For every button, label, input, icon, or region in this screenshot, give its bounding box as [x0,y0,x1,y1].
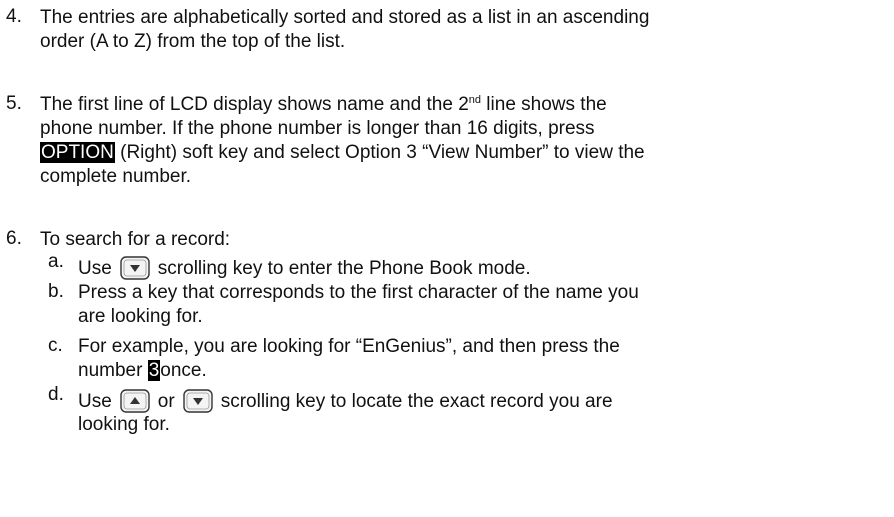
text-segment: (Right) soft key and select Option 3 “Vi… [114,142,645,163]
text-line: To search for a record: [40,229,231,250]
text-line: Use or scrolling key to locate the exact r… [78,389,880,413]
text-line: phone number. If the phone number is lon… [40,118,595,139]
text-segment: The first line of LCD display shows name… [40,94,469,115]
step-text: Use or scrolling key to locate the exact r… [78,389,880,437]
step-text: Press a key that corresponds to the firs… [78,281,880,329]
item-number: 5. [6,93,22,114]
option-softkey-label: OPTION [40,142,115,163]
text-line: OPTION (Right) soft key and select Optio… [40,141,888,165]
text-segment: once. [160,360,207,381]
text-line: order (A to Z) from the top of the list. [40,31,346,52]
text-segment: Use [78,258,112,279]
item-text: To search for a record: [40,228,888,252]
item-number: 4. [6,6,22,27]
text-segment: line shows the [481,94,607,115]
text-segment: Use [78,391,112,412]
text-line: The entries are alphabetically sorted an… [40,7,650,28]
step-letter: d. [48,384,64,405]
step-text: Use scrolling key to enter the Phone Book… [78,256,880,280]
step-letter: b. [48,281,64,302]
item-text: The entries are alphabetically sorted an… [40,6,888,54]
step-text: For example, you are looking for “EnGeni… [78,335,880,383]
step-letter: a. [48,251,64,272]
number-key-label: 3 [147,360,161,381]
text-line: Press a key that corresponds to the firs… [78,282,639,303]
text-segment: or [157,391,175,412]
manual-page: 4. The entries are alphabetically sorted… [0,0,894,517]
item-number: 6. [6,228,22,249]
text-segment: number [78,360,148,381]
text-line: For example, you are looking for “EnGeni… [78,336,620,357]
ordinal-suffix: nd [468,94,482,106]
text-line: Use scrolling key to enter the Phone Book… [78,256,880,280]
text-line: complete number. [40,166,192,187]
text-line: are looking for. [78,306,203,327]
text-segment: scrolling key to locate the exact record… [220,391,613,412]
text-line: The first line of LCD display shows name… [40,93,888,117]
text-segment: scrolling key to enter the Phone Book mo… [157,258,531,279]
down-arrow-key-icon [183,389,213,420]
step-letter: c. [48,335,63,356]
item-text: The first line of LCD display shows name… [40,93,888,189]
text-line: number 3once. [78,359,880,383]
